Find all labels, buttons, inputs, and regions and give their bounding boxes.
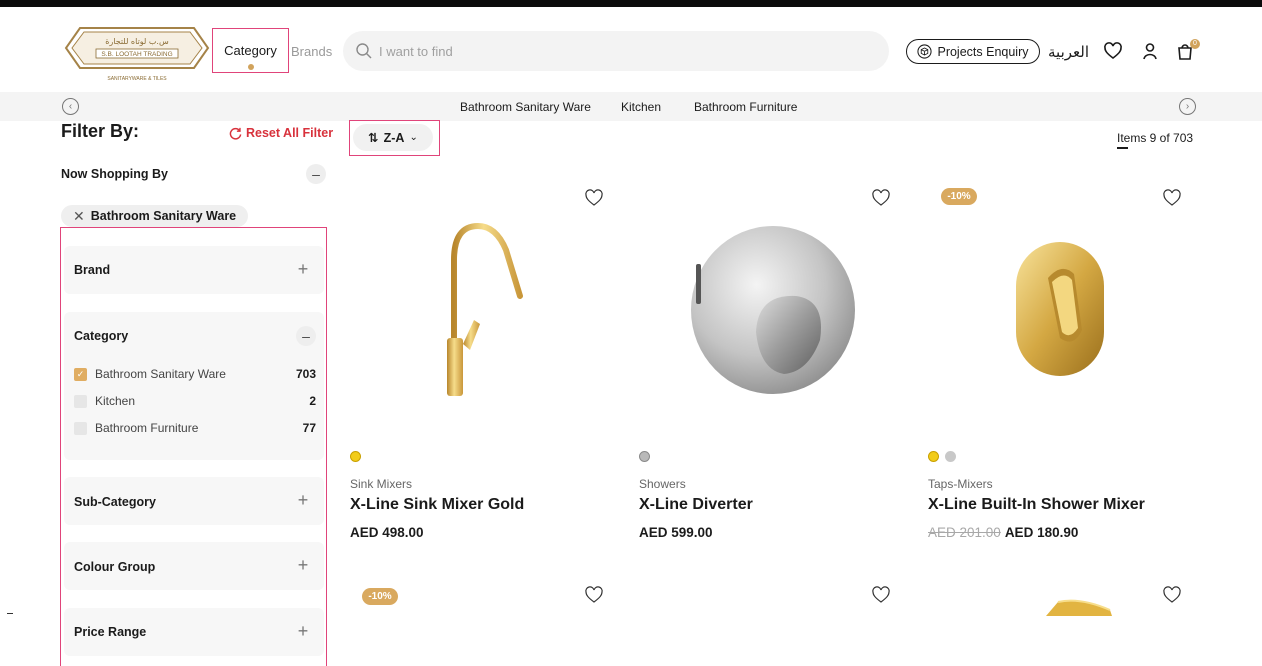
logo-arabic-text: س.ب لوتاه للتجارة <box>105 37 169 46</box>
shower-mixer-product-image[interactable] <box>1012 238 1108 380</box>
product-category: Showers <box>639 477 686 491</box>
filter-brand-title: Brand <box>74 263 111 277</box>
page-edge-mark <box>7 613 13 614</box>
catnav-item-sanitary[interactable]: Bathroom Sanitary Ware <box>460 100 591 114</box>
category-option-label: Bathroom Furniture <box>95 421 199 435</box>
category-option-count: 2 <box>309 394 316 408</box>
sink-mixer-product-image[interactable] <box>430 220 530 405</box>
reset-filters-label: Reset All Filter <box>246 126 334 140</box>
filter-pricerange-section[interactable]: Price Range + <box>64 608 324 656</box>
category-nav-strip: ‹ Bathroom Sanitary Ware Kitchen Bathroo… <box>0 92 1262 121</box>
brands-menu-link[interactable]: Brands <box>291 44 332 59</box>
checkbox-checked-icon[interactable]: ✓ <box>74 367 87 381</box>
product-price: AED 599.00 <box>639 525 713 540</box>
filter-brand-section[interactable]: Brand + <box>64 246 324 294</box>
items-count-underline <box>1117 147 1128 149</box>
reset-filters-button[interactable]: Reset All Filter <box>229 126 333 140</box>
wishlist-heart-icon[interactable] <box>584 188 604 208</box>
box-icon <box>917 44 933 59</box>
diverter-product-image[interactable] <box>688 224 858 399</box>
account-user-icon[interactable] <box>1140 41 1160 61</box>
expand-plus-icon[interactable]: + <box>292 259 314 281</box>
wishlist-heart-icon[interactable] <box>1162 585 1182 605</box>
nav-next-arrow-icon[interactable]: › <box>1179 98 1196 115</box>
category-option-label: Kitchen <box>95 394 136 408</box>
product-price-block: AED 201.00 AED 180.90 <box>928 525 1078 540</box>
wishlist-heart-icon[interactable] <box>871 585 891 605</box>
search-bar[interactable] <box>343 31 889 71</box>
discount-badge: -10% <box>362 588 398 605</box>
top-dark-bar <box>0 0 1262 7</box>
sort-arrows-icon: ⇅ <box>368 131 379 145</box>
filter-category-section: Category – ✓ Bathroom Sanitary Ware 703 … <box>64 312 324 460</box>
language-switch[interactable]: العربية <box>1048 43 1089 61</box>
sort-label: Z-A <box>383 130 405 145</box>
now-shopping-label: Now Shopping By <box>61 167 168 181</box>
checkbox-empty-icon[interactable] <box>74 394 87 408</box>
discount-badge: -10% <box>941 188 977 205</box>
product-name[interactable]: X-Line Diverter <box>639 496 753 514</box>
product-price: AED 180.90 <box>1004 525 1079 540</box>
product-old-price: AED 201.00 <box>928 525 1001 540</box>
product-category: Taps-Mixers <box>928 477 993 491</box>
category-option-row[interactable]: Kitchen 2 <box>74 394 316 408</box>
wishlist-heart-icon[interactable] <box>871 188 891 208</box>
category-menu-label: Category <box>224 43 277 58</box>
product-name[interactable]: X-Line Built-In Shower Mixer <box>928 496 1145 514</box>
partial-gold-product-image[interactable] <box>1040 596 1115 616</box>
category-option-count: 77 <box>302 421 316 435</box>
collapse-minus-icon[interactable]: – <box>296 326 316 346</box>
wishlist-heart-icon[interactable] <box>1162 188 1182 208</box>
expand-plus-icon[interactable]: + <box>292 621 314 643</box>
expand-plus-icon[interactable]: + <box>292 555 314 577</box>
cart-count-badge: 0 <box>1190 39 1200 49</box>
product-price: AED 498.00 <box>350 525 424 540</box>
search-icon <box>356 43 372 59</box>
expand-plus-icon[interactable]: + <box>292 490 314 512</box>
filter-subcategory-title: Sub-Category <box>74 495 156 509</box>
category-option-row[interactable]: Bathroom Furniture 77 <box>74 421 316 435</box>
category-option-label: Bathroom Sanitary Ware <box>95 367 226 381</box>
color-swatch-chrome[interactable] <box>945 451 956 462</box>
filter-colourgroup-title: Colour Group <box>74 560 156 574</box>
wishlist-heart-icon[interactable] <box>584 585 604 605</box>
active-filter-label: Bathroom Sanitary Ware <box>90 209 237 223</box>
search-input[interactable] <box>379 43 859 59</box>
collapse-minus-icon[interactable]: – <box>306 164 326 184</box>
category-option-row[interactable]: ✓ Bathroom Sanitary Ware 703 <box>74 367 316 381</box>
nav-prev-arrow-icon[interactable]: ‹ <box>62 98 79 115</box>
color-swatch-chrome[interactable] <box>639 451 650 462</box>
wishlist-heart-icon[interactable] <box>1103 41 1123 61</box>
catnav-item-kitchen[interactable]: Kitchen <box>621 100 661 114</box>
chevron-down-icon: ⌄ <box>409 132 418 143</box>
checkbox-empty-icon[interactable] <box>74 421 87 435</box>
filter-subcategory-section[interactable]: Sub-Category + <box>64 477 324 525</box>
sort-highlight-frame: ⇅ Z-A ⌄ <box>349 120 440 156</box>
product-category: Sink Mixers <box>350 477 413 491</box>
filter-pricerange-title: Price Range <box>74 625 147 639</box>
refresh-icon <box>229 127 242 140</box>
active-filter-chip[interactable]: ✕ Bathroom Sanitary Ware <box>61 205 249 227</box>
remove-x-icon[interactable]: ✕ <box>73 208 85 225</box>
brand-logo[interactable]: س.ب لوتاه للتجارة S.B. LOOTAH TRADING SA… <box>62 24 212 86</box>
logo-tagline: SANITARYWARE & TILES <box>107 76 167 82</box>
category-option-count: 703 <box>295 367 316 381</box>
filter-colourgroup-section[interactable]: Colour Group + <box>64 542 324 590</box>
color-swatch-gold[interactable] <box>350 451 361 462</box>
logo-english-text: S.B. LOOTAH TRADING <box>101 51 172 58</box>
product-name[interactable]: X-Line Sink Mixer Gold <box>350 496 524 514</box>
items-count: Items 9 of 703 <box>1117 131 1194 145</box>
projects-enquiry-button[interactable]: Projects Enquiry <box>906 39 1040 64</box>
filter-title: Filter By: <box>61 121 140 141</box>
active-indicator-dot <box>247 64 254 70</box>
category-menu-link[interactable]: Category <box>212 28 289 73</box>
catnav-item-furniture[interactable]: Bathroom Furniture <box>694 100 797 114</box>
color-swatch-gold[interactable] <box>928 451 939 462</box>
sort-dropdown[interactable]: ⇅ Z-A ⌄ <box>353 124 433 151</box>
filter-category-title: Category <box>74 329 129 343</box>
projects-enquiry-label: Projects Enquiry <box>937 44 1029 59</box>
